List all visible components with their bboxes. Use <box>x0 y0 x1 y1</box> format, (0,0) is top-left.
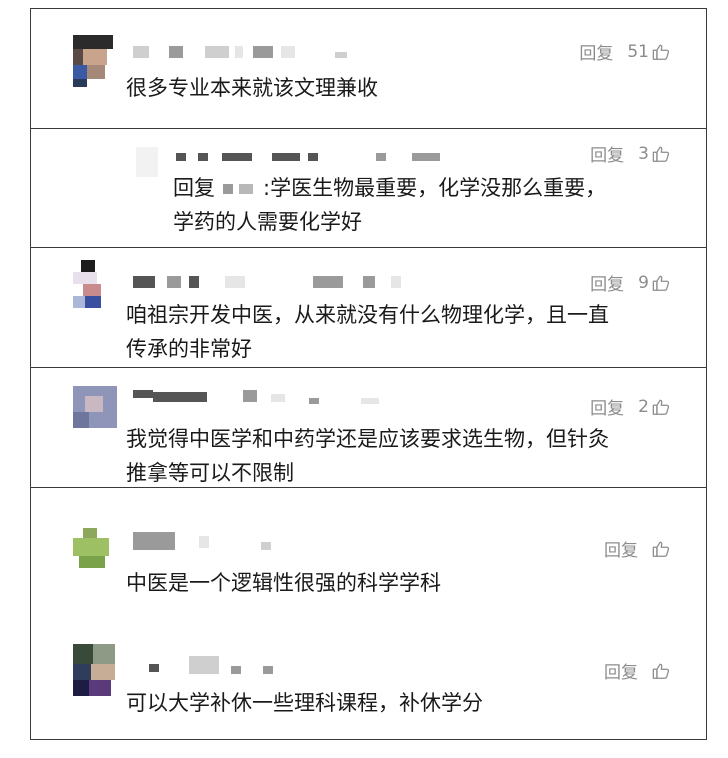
avatar[interactable] <box>73 644 115 696</box>
mentioned-user[interactable] <box>217 182 261 196</box>
author-name[interactable] <box>133 656 333 674</box>
like-count: 9 <box>638 272 649 293</box>
author-name[interactable] <box>133 390 393 404</box>
reply-button[interactable]: 回复 <box>590 270 624 295</box>
comment-item: 回复 9 咱祖宗开发中医，从来就没有什么物理化学，且一直 传承的非常好 <box>31 248 706 368</box>
comment-text-line: 传承的非常好 <box>126 337 252 361</box>
reply-button[interactable]: 回复 <box>590 141 624 166</box>
comment-text-line: 很多专业本来就该文理兼收 <box>126 76 378 100</box>
avatar[interactable] <box>73 260 113 312</box>
reply-button[interactable]: 回复 <box>604 658 638 683</box>
comment-text-line: 中医是一个逻辑性很强的科学学科 <box>126 571 441 595</box>
comment-text-line: 学医生物最重要，化学没那么重要， <box>270 176 607 200</box>
comment-list: 回复 51 很多专业本来就该文理兼收 回复 3 回复:学医生物最重要，化学没那么 <box>30 8 707 740</box>
author-name[interactable] <box>133 276 413 288</box>
comment-item: 回复 中医是一个逻辑性很强的科学学科 <box>31 488 706 608</box>
comment-actions: 回复 51 <box>579 39 670 64</box>
comment-text-line: 我觉得中医学和中药学还是应该要求选生物，但针灸 <box>126 427 609 451</box>
comment-actions: 回复 <box>604 536 670 561</box>
reply-button[interactable]: 回复 <box>604 536 638 561</box>
comment-text: 回复:学医生物最重要，化学没那么重要， 学药的人需要化学好 <box>173 171 606 239</box>
comment-actions: 回复 <box>604 658 670 683</box>
like-count: 51 <box>627 41 649 62</box>
comment-item: 回复 3 回复:学医生物最重要，化学没那么重要， 学药的人需要化学好 <box>31 129 706 248</box>
reply-button[interactable]: 回复 <box>579 39 613 64</box>
avatar[interactable] <box>73 386 117 428</box>
comment-actions: 回复 3 <box>590 141 670 166</box>
thumbs-up-icon[interactable] <box>652 274 670 292</box>
like-count: 3 <box>638 143 649 164</box>
reply-button[interactable]: 回复 <box>590 394 624 419</box>
comment-item: 回复 51 很多专业本来就该文理兼收 <box>31 9 706 129</box>
thumbs-up-icon[interactable] <box>652 662 670 680</box>
comment-actions: 回复 9 <box>590 270 670 295</box>
author-name[interactable] <box>176 149 456 161</box>
comment-text-line: 咱祖宗开发中医，从来就没有什么物理化学，且一直 <box>126 303 609 327</box>
comment-text-line: 学药的人需要化学好 <box>173 210 362 234</box>
avatar[interactable] <box>73 528 115 570</box>
avatar[interactable] <box>73 35 113 87</box>
comment-text-line: 可以大学补休一些理科课程，补休学分 <box>126 691 483 715</box>
comment-actions: 回复 2 <box>590 394 670 419</box>
thumbs-up-icon[interactable] <box>652 398 670 416</box>
comment-text: 中医是一个逻辑性很强的科学学科 <box>126 566 441 600</box>
thumbs-up-icon[interactable] <box>652 540 670 558</box>
comment-text: 可以大学补休一些理科课程，补休学分 <box>126 686 483 720</box>
thumbs-up-icon[interactable] <box>652 43 670 61</box>
comment-text: 咱祖宗开发中医，从来就没有什么物理化学，且一直 传承的非常好 <box>126 298 609 366</box>
thumbs-up-icon[interactable] <box>652 145 670 163</box>
comment-item: 回复 2 我觉得中医学和中药学还是应该要求选生物，但针灸 推拿等可以不限制 <box>31 368 706 488</box>
author-name[interactable] <box>133 532 333 550</box>
author-name[interactable] <box>133 46 353 58</box>
comment-text-line: 推拿等可以不限制 <box>126 461 294 485</box>
like-count: 2 <box>638 396 649 417</box>
comment-item: 回复 可以大学补休一些理科课程，补休学分 <box>31 608 706 740</box>
avatar[interactable] <box>136 147 158 177</box>
comment-text: 很多专业本来就该文理兼收 <box>126 71 378 105</box>
comment-text: 我觉得中医学和中药学还是应该要求选生物，但针灸 推拿等可以不限制 <box>126 422 609 490</box>
reply-prefix: 回复 <box>173 176 215 200</box>
